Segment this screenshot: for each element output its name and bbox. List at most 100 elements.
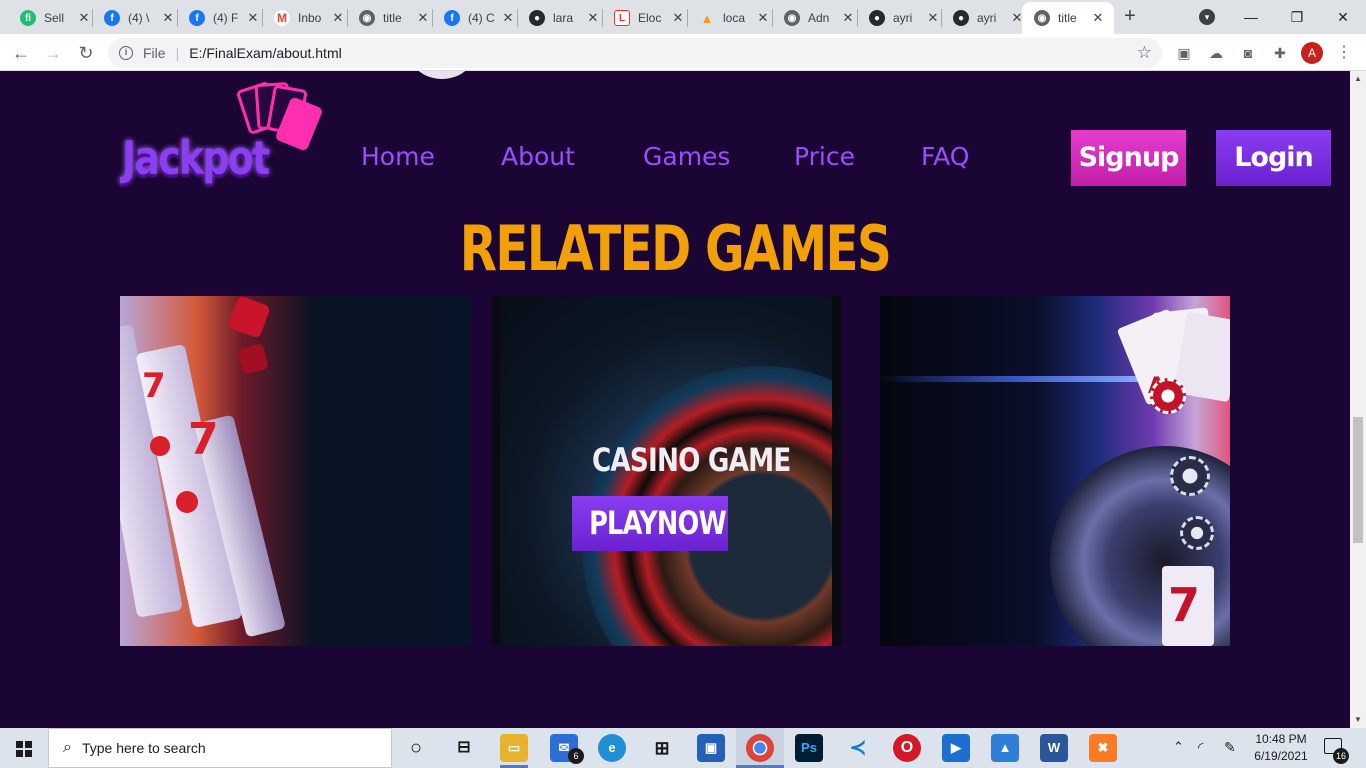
taskbar-search-box[interactable]: ⌕ Type here to search (48, 728, 392, 768)
clock-date: 6/19/2021 (1254, 749, 1308, 763)
laravel-icon: L (614, 10, 630, 26)
close-tab-icon[interactable]: ✕ (757, 10, 769, 26)
game-title: CASINO GAME (592, 441, 791, 479)
url-separator: | (175, 45, 180, 61)
browser-tab[interactable]: ● lara ✕ (517, 2, 605, 34)
browser-tab[interactable]: f (4) C ✕ (432, 2, 520, 34)
browser-tab[interactable]: fi Sell ✕ (8, 2, 96, 34)
pdf-extension-icon[interactable]: ▣ (1174, 43, 1194, 63)
camera-extension-icon[interactable]: ◙ (1238, 43, 1258, 63)
pen-icon[interactable]: ✎ (1224, 739, 1236, 756)
browser-tab[interactable]: ● ayri ✕ (941, 2, 1029, 34)
word-icon[interactable]: W (1040, 734, 1068, 762)
nav-games[interactable]: Games (643, 142, 730, 174)
close-tab-icon[interactable]: ✕ (332, 10, 344, 26)
chrome-icon[interactable] (746, 734, 774, 762)
back-arrow-icon[interactable]: ← (9, 41, 33, 65)
facebook-icon: f (444, 10, 460, 26)
play-now-label: PLAYNOW (589, 504, 727, 542)
close-tab-icon[interactable]: ✕ (78, 10, 90, 26)
jackpot-logo[interactable]: Jackpot (120, 80, 325, 188)
close-tab-icon[interactable]: ✕ (502, 10, 514, 26)
menu-dots-icon[interactable]: ⋮ (1334, 43, 1354, 63)
opera-icon[interactable]: O (893, 734, 921, 762)
game-card-slots[interactable]: 7 7 (120, 296, 470, 646)
bookmark-star-icon[interactable]: ☆ (1137, 43, 1152, 63)
play-now-button[interactable]: PLAYNOW (572, 496, 728, 551)
photos-icon[interactable]: ▲ (991, 734, 1019, 762)
app-icon[interactable]: ▣ (697, 734, 725, 762)
media-player-icon[interactable]: ▶ (942, 734, 970, 762)
close-tab-icon[interactable]: ✕ (587, 10, 599, 26)
browser-tab[interactable]: ● ayri ✕ (857, 2, 945, 34)
profile-avatar[interactable]: A (1301, 42, 1323, 64)
page-viewport: Jackpot Home About Games Price FAQ Signu… (0, 71, 1350, 728)
close-window-icon[interactable]: ✕ (1320, 4, 1366, 30)
close-tab-icon[interactable]: ✕ (417, 10, 429, 26)
minimize-icon[interactable]: — (1228, 4, 1274, 30)
game-card-poker[interactable]: A 7 (880, 296, 1230, 646)
close-tab-icon[interactable]: ✕ (162, 10, 174, 26)
extensions-puzzle-icon[interactable]: ✚ (1270, 43, 1290, 63)
game-card-casino[interactable]: CASINO GAME PLAYNOW (492, 296, 842, 646)
cortana-icon[interactable]: ○ (402, 734, 430, 762)
nav-price[interactable]: Price (794, 142, 855, 174)
file-explorer-icon[interactable]: ▭ (500, 734, 528, 762)
scroll-down-arrow-icon[interactable]: ▼ (1353, 716, 1363, 724)
github-icon: ● (869, 10, 885, 26)
login-button[interactable]: Login (1216, 130, 1331, 186)
browser-tab[interactable]: L Eloc ✕ (602, 2, 690, 34)
notification-badge: 16 (1333, 748, 1349, 764)
site-info-icon[interactable]: i (119, 46, 133, 60)
scrollbar-thumb[interactable] (1353, 417, 1363, 543)
close-tab-icon[interactable]: ✕ (927, 10, 939, 26)
phpmyadmin-icon: ▲ (700, 10, 714, 26)
tab-search-icon[interactable]: ▾ (1199, 9, 1215, 25)
browser-tab[interactable]: M Inbo ✕ (262, 2, 350, 34)
scroll-up-arrow-icon[interactable]: ▲ (1353, 75, 1363, 83)
browser-tab[interactable]: ◉ title ✕ (347, 2, 435, 34)
search-icon: ⌕ (63, 739, 72, 756)
browser-tab[interactable]: ▲ loca ✕ (687, 2, 775, 34)
partial-circle-decoration (411, 71, 473, 79)
windows-taskbar: ⌕ Type here to search ○ ⊟ ▭ ✉ 6 e ⊞ ▣ Ps… (0, 728, 1366, 768)
reload-icon[interactable]: ↻ (74, 41, 98, 65)
tray-chevron-icon[interactable]: ⌃ (1173, 739, 1184, 755)
task-view-icon[interactable]: ⊟ (450, 734, 478, 762)
facebook-icon: f (189, 10, 205, 26)
nav-faq[interactable]: FAQ (921, 142, 969, 174)
close-tab-icon[interactable]: ✕ (672, 10, 684, 26)
browser-tab[interactable]: f (4) F ✕ (177, 2, 265, 34)
browser-tab[interactable]: ◉ Adn ✕ (772, 2, 860, 34)
windows-start-icon[interactable] (0, 728, 48, 768)
fiverr-icon: fi (20, 10, 36, 26)
clock-time: 10:48 PM (1255, 732, 1307, 746)
close-tab-icon[interactable]: ✕ (1092, 10, 1104, 26)
logo-text: Jackpot (122, 131, 270, 185)
browser-tab-active[interactable]: ◉ title ✕ (1022, 2, 1114, 34)
page-scrollbar[interactable]: ▲ ▼ (1350, 71, 1366, 728)
gmail-icon: M (274, 10, 290, 26)
signup-button[interactable]: Signup (1071, 130, 1186, 186)
nav-home[interactable]: Home (361, 142, 435, 174)
edge-icon[interactable]: e (598, 734, 626, 762)
new-tab-button[interactable]: + (1119, 6, 1141, 28)
xampp-icon[interactable]: ✖ (1089, 734, 1117, 762)
restore-icon[interactable]: ❐ (1274, 4, 1320, 30)
close-tab-icon[interactable]: ✕ (247, 10, 259, 26)
photoshop-icon[interactable]: Ps (795, 734, 823, 762)
store-icon[interactable]: ⊞ (648, 734, 676, 762)
url-text[interactable]: E:/FinalExam/about.html (189, 45, 342, 61)
globe-icon: ◉ (1034, 10, 1050, 26)
search-placeholder: Type here to search (81, 740, 206, 756)
globe-icon: ◉ (359, 10, 375, 26)
close-tab-icon[interactable]: ✕ (842, 10, 854, 26)
wifi-icon[interactable]: ◜ (1198, 739, 1203, 756)
system-clock[interactable]: 10:48 PM 6/19/2021 (1246, 731, 1316, 765)
forward-arrow-icon[interactable]: → (41, 41, 65, 65)
cloud-extension-icon[interactable]: ☁ (1206, 43, 1226, 63)
vscode-icon[interactable]: ≺ (844, 734, 872, 762)
browser-tab[interactable]: f (4) \ ✕ (92, 2, 180, 34)
address-bar[interactable]: i File | E:/FinalExam/about.html ☆ (108, 38, 1162, 68)
nav-about[interactable]: About (501, 142, 575, 174)
